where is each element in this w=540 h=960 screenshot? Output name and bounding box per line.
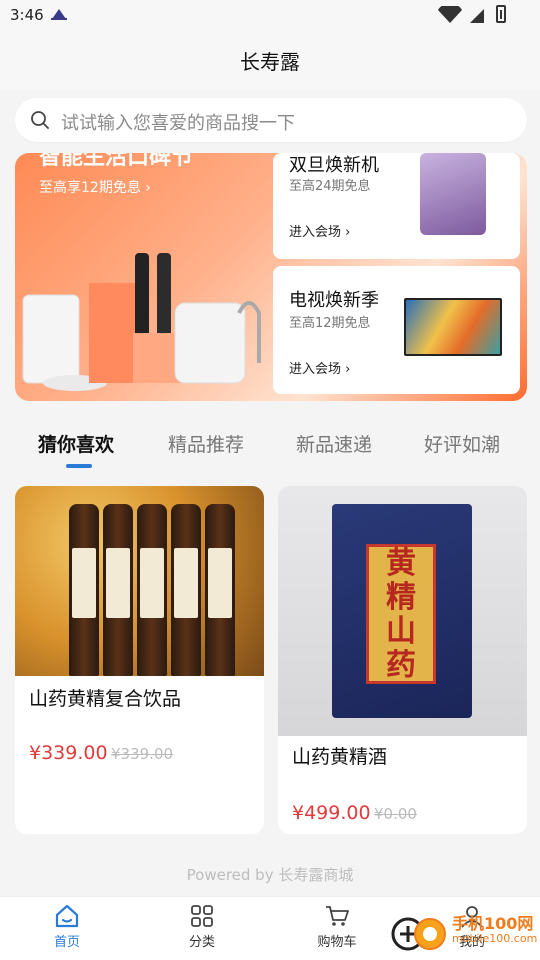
- promo-card-tv[interactable]: 电视焕新季 至高12期免息 进入会场 ›: [273, 266, 520, 394]
- promo-banner[interactable]: 智能生活口碑节 至高享12期免息 › 双旦焕新机 至高24期免息 进入会场 › …: [15, 153, 527, 401]
- promo-title: 电视焕新季: [289, 290, 379, 311]
- watermark-url: mobile100.com: [452, 932, 538, 945]
- tab-new-arrivals[interactable]: 新品速递: [296, 430, 372, 457]
- smart-appliances-image: [22, 253, 261, 391]
- product-old-price: ¥339.00: [111, 745, 174, 763]
- search-placeholder: 试试输入您喜爱的商品搜一下: [61, 113, 295, 134]
- product-image: 黄 精 山 药: [278, 486, 527, 736]
- active-tab-indicator: [66, 464, 92, 468]
- banner-main-sub: 至高享12期免息 ›: [39, 180, 151, 196]
- cart-icon: [326, 906, 349, 926]
- watermark: 手机100网 mobile100.com: [390, 906, 540, 960]
- banner-main-title: 智能生活口碑节: [39, 153, 194, 170]
- nav-label: 首页: [53, 935, 80, 950]
- app-header: 长寿露: [0, 30, 540, 90]
- watermark-logo: [391, 917, 446, 951]
- box-char: 精: [386, 580, 416, 615]
- tab-recommended[interactable]: 精品推荐: [168, 430, 244, 457]
- grid-icon: [191, 905, 213, 927]
- page-title: 长寿露: [240, 50, 300, 74]
- nav-label: 购物车: [317, 935, 357, 950]
- product-image: [15, 486, 264, 676]
- box-char: 山: [386, 614, 416, 649]
- nav-cart[interactable]: 购物车: [297, 903, 377, 950]
- search-bar[interactable]: 试试输入您喜爱的商品搜一下: [15, 98, 527, 142]
- bottle: [137, 504, 167, 676]
- bottle: [171, 504, 201, 676]
- box-char: 黄: [386, 546, 416, 581]
- box-char: 药: [386, 648, 416, 683]
- product-name: 山药黄精酒: [292, 746, 388, 768]
- product-card[interactable]: 山药黄精复合饮品 ¥339.00 ¥339.00: [15, 486, 264, 834]
- product-card[interactable]: 黄 精 山 药 山药黄精酒 ¥499.00 ¥0.00: [278, 486, 527, 834]
- bottle: [103, 504, 133, 676]
- bottle: [205, 504, 235, 676]
- promo-sub: 至高24期免息: [289, 179, 371, 194]
- tab-guess-you-like[interactable]: 猜你喜欢: [38, 430, 114, 457]
- promo-card-phone[interactable]: 双旦焕新机 至高24期免息 进入会场 ›: [273, 153, 520, 259]
- product-old-price: ¥0.00: [374, 805, 417, 823]
- category-tabs: 猜你喜欢 精品推荐 新品速递 好评如潮: [0, 420, 540, 470]
- product-price: ¥499.00: [292, 802, 371, 824]
- promo-enter-link[interactable]: 进入会场 ›: [289, 358, 350, 377]
- tab-top-rated[interactable]: 好评如潮: [424, 430, 500, 457]
- home-icon: [55, 904, 79, 928]
- status-bar: 3:46: [0, 0, 540, 30]
- phone-image: [420, 153, 486, 235]
- product-name: 山药黄精复合饮品: [29, 688, 182, 710]
- promo-enter-link[interactable]: 进入会场 ›: [289, 221, 350, 240]
- promo-sub: 至高12期免息: [289, 316, 371, 331]
- gift-box: 黄 精 山 药: [332, 504, 472, 718]
- battery-icon: [496, 5, 506, 23]
- product-price: ¥339.00: [29, 742, 108, 764]
- nav-category[interactable]: 分类: [162, 903, 242, 950]
- promo-title: 双旦焕新机: [289, 155, 379, 176]
- nav-home[interactable]: 首页: [27, 903, 107, 950]
- tv-image: [404, 298, 502, 356]
- bottle: [69, 504, 99, 676]
- nav-label: 分类: [188, 935, 215, 950]
- watermark-text: 手机100网: [452, 914, 534, 933]
- status-time: 3:46: [10, 6, 44, 24]
- search-icon: [31, 111, 49, 129]
- notification-icon: [51, 9, 67, 20]
- box-label: 黄 精 山 药: [366, 544, 436, 684]
- powered-by-footer: Powered by 长寿露商城: [186, 866, 354, 884]
